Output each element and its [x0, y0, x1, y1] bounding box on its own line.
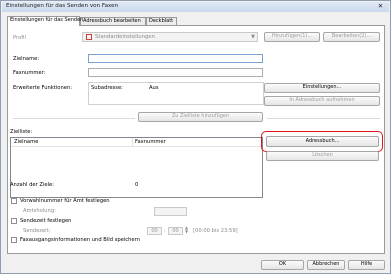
- target-count-label: Anzahl der Ziele:: [10, 182, 54, 188]
- prefix-label: Vorwahlnummer für Amt festlegen: [20, 198, 110, 204]
- subaddress-label: Subadresse:: [91, 85, 123, 91]
- save-info-checkbox[interactable]: [11, 237, 17, 243]
- fax-label: Faxnummer:: [13, 70, 46, 76]
- profile-value: Standardeinstellungen: [95, 34, 155, 40]
- save-info-label: Faxausgangsinformationen und Bild speich…: [20, 237, 140, 243]
- add-to-addressbook-button[interactable]: In Adressbuch aufnehmen: [264, 96, 380, 106]
- advanced-box: Subadresse: Aus: [88, 82, 264, 105]
- tab-send-settings[interactable]: Einstellungen für das Senden: [7, 16, 83, 26]
- hour-field[interactable]: 00: [147, 227, 162, 235]
- outside-line-input[interactable]: [154, 207, 187, 216]
- advanced-label: Erweiterte Funktionen:: [13, 85, 72, 91]
- prefix-checkbox[interactable]: [11, 198, 17, 204]
- name-label: Zielname:: [13, 56, 40, 62]
- target-list-label: Zielliste:: [10, 129, 33, 135]
- profile-label: Profil: [13, 35, 26, 41]
- ok-button[interactable]: OK: [261, 260, 304, 270]
- advanced-settings-button[interactable]: Einstellungen...: [264, 83, 380, 93]
- close-icon[interactable]: ✕: [375, 2, 386, 11]
- profile-add-button[interactable]: Hinzufügen(1)...: [264, 32, 320, 42]
- divider-right: [267, 118, 380, 119]
- sendtime-label: Sendezeit festlegen: [20, 218, 72, 224]
- window-title: Einstellungen für das Senden von Faxen: [6, 3, 119, 9]
- tab-edit-addressbook[interactable]: Adressbuch bearbeiten: [80, 17, 146, 25]
- add-to-target-list-button[interactable]: Zu Zielliste hinzufügen: [138, 112, 263, 122]
- table-header: Zielname Faxnummer: [11, 138, 262, 147]
- help-button[interactable]: Hilfe: [348, 260, 385, 270]
- cancel-button[interactable]: Abbrechen: [307, 260, 345, 270]
- column-header-fax[interactable]: Faxnummer: [135, 139, 166, 145]
- time-range-hint: [00:00 bis 23:59]: [193, 228, 238, 234]
- time-spinner-icon[interactable]: ▲ ▼: [185, 226, 188, 234]
- sendtime-sub-label: Sendezeit:: [23, 228, 51, 234]
- subaddress-value: Aus: [149, 85, 159, 91]
- profile-edit-button[interactable]: Bearbeiten(2)...: [323, 32, 380, 42]
- column-header-name[interactable]: Zielname: [14, 139, 38, 145]
- chevron-down-icon: ▼: [251, 34, 255, 40]
- fax-number-input[interactable]: [88, 68, 263, 77]
- target-list-table[interactable]: Zielname Faxnummer: [10, 137, 263, 198]
- delete-button[interactable]: Löschen: [266, 151, 379, 161]
- minute-field[interactable]: 00: [168, 227, 183, 235]
- fax-settings-dialog: Einstellungen für das Senden von Faxen ✕…: [0, 0, 391, 274]
- target-name-input[interactable]: [88, 54, 263, 63]
- sendtime-checkbox[interactable]: [11, 218, 17, 224]
- outside-line-label: Amtsholung:: [23, 208, 56, 214]
- time-separator: :: [164, 228, 166, 234]
- addressbook-button[interactable]: Adressbuch...: [266, 136, 379, 147]
- send-settings-panel: Profil Standardeinstellungen ▼ Hinzufüge…: [7, 25, 385, 254]
- target-count-value: 0: [135, 182, 139, 188]
- tab-cover-sheet[interactable]: Deckblatt: [146, 17, 177, 25]
- column-divider: [132, 138, 133, 147]
- title-bar: Einstellungen für das Senden von Faxen ✕: [2, 2, 389, 12]
- profile-select[interactable]: Standardeinstellungen ▼: [82, 32, 258, 42]
- profile-icon: [86, 34, 92, 40]
- divider-left: [13, 118, 135, 119]
